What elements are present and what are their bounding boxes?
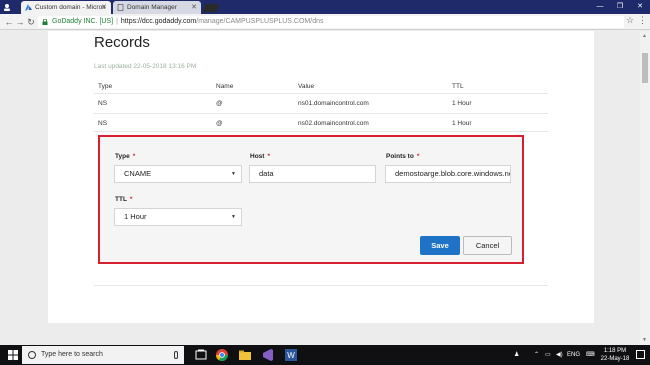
profile-icon[interactable] <box>3 3 11 11</box>
type-select[interactable]: CNAME ▼ <box>114 165 242 183</box>
taskbar-clock[interactable]: 1:18 PM 22-May-18 <box>599 347 631 363</box>
points-to-input[interactable]: demostoarge.blob.core.windows.net <box>385 165 511 183</box>
cell-ttl: 1 Hour <box>452 120 472 127</box>
cell-ttl: 1 Hour <box>452 100 472 107</box>
svg-text:W: W <box>287 351 295 360</box>
tab-domain-manager[interactable]: Domain Manager ✕ <box>113 1 201 14</box>
word-icon[interactable]: W <box>284 348 298 362</box>
section-divider <box>94 285 548 286</box>
lock-icon <box>42 19 48 25</box>
network-icon[interactable]: ▭ <box>545 345 551 365</box>
new-tab-button[interactable] <box>202 4 220 12</box>
volume-icon[interactable]: ◀) <box>556 345 563 365</box>
url-path: /manage/CAMPUSPLUSPLUS.COM/dns <box>196 18 324 25</box>
column-header-name: Name <box>216 83 234 90</box>
chevron-down-icon: ▼ <box>231 171 236 177</box>
taskbar-search-input[interactable]: Type here to search <box>22 346 184 364</box>
save-button[interactable]: Save <box>420 236 460 255</box>
browser-menu-icon[interactable]: ⋮ <box>638 15 647 26</box>
task-view-icon[interactable] <box>194 348 208 362</box>
cell-name: @ <box>216 100 223 107</box>
page-title: Records <box>94 34 150 51</box>
visual-studio-icon[interactable] <box>261 348 275 362</box>
edit-record-panel: Type * CNAME ▼ Host * data Points to * demo… <box>98 135 524 264</box>
file-explorer-icon[interactable] <box>238 348 252 362</box>
keyboard-icon[interactable]: ⌨ <box>586 345 595 365</box>
restore-button[interactable]: ❐ <box>610 0 630 14</box>
cancel-button[interactable]: Cancel <box>463 236 512 255</box>
page-icon <box>117 4 124 11</box>
cell-type: NS <box>98 100 108 107</box>
column-header-ttl: TTL <box>452 83 464 90</box>
page-viewport: Records Last updated 22-05-2018 13:16 PM… <box>0 31 650 345</box>
records-card: Records Last updated 22-05-2018 13:16 PM… <box>48 31 594 323</box>
browser-toolbar: ← → ↻ GoDaddy INC. [US] | https://dcc.goda… <box>0 14 650 30</box>
row-divider <box>94 131 548 132</box>
address-separator: | <box>116 18 118 25</box>
scroll-down-icon[interactable]: ▼ <box>642 337 647 343</box>
row-divider <box>94 113 548 114</box>
tab-label: Domain Manager <box>127 4 177 11</box>
cell-type: NS <box>98 120 108 127</box>
header-divider <box>94 93 548 94</box>
close-icon[interactable]: ✕ <box>101 1 107 14</box>
taskbar: Type here to search W ♟ ⌃ ▭ ◀) ENG ⌨ 1:1… <box>0 345 650 365</box>
action-center-icon[interactable] <box>636 350 645 359</box>
host-label: Host * <box>250 153 270 160</box>
close-window-button[interactable]: ✕ <box>630 0 650 14</box>
ttl-select[interactable]: 1 Hour ▼ <box>114 208 242 226</box>
address-bar[interactable]: GoDaddy INC. [US] | https://dcc.godaddy.co… <box>38 16 624 28</box>
search-icon <box>28 351 36 359</box>
search-placeholder: Type here to search <box>41 351 103 358</box>
minimize-button[interactable]: — <box>590 0 610 14</box>
site-identity: GoDaddy INC. [US] <box>52 18 114 25</box>
tab-label: Custom domain - Micros <box>35 4 106 11</box>
column-header-type: Type <box>98 83 113 90</box>
reload-icon[interactable]: ↻ <box>25 16 37 28</box>
tray-chevron-up-icon[interactable]: ⌃ <box>534 345 539 365</box>
points-to-label: Points to * <box>386 153 420 160</box>
url-host: https://dcc.godaddy.com <box>120 18 197 25</box>
azure-icon <box>25 4 32 11</box>
chevron-down-icon: ▼ <box>231 214 236 220</box>
cell-value: ns01.domaincontrol.com <box>298 100 369 107</box>
clock-date: 22-May-18 <box>600 356 630 362</box>
page-scrollbar[interactable]: ▲ ▼ <box>640 31 650 345</box>
browser-tab-strip: Custom domain - Micros ✕ Domain Manager … <box>0 0 650 14</box>
tab-custom-domain[interactable]: Custom domain - Micros ✕ <box>21 1 111 14</box>
last-updated-text: Last updated 22-05-2018 13:16 PM <box>94 63 197 70</box>
type-label: Type * <box>115 153 136 160</box>
language-indicator[interactable]: ENG <box>567 345 580 365</box>
microphone-icon[interactable] <box>174 351 178 359</box>
chrome-icon[interactable] <box>215 348 229 362</box>
cell-value: ns02.domaincontrol.com <box>298 120 369 127</box>
scroll-up-icon[interactable]: ▲ <box>642 33 647 39</box>
cell-name: @ <box>216 120 223 127</box>
scroll-thumb[interactable] <box>642 53 648 83</box>
people-icon[interactable]: ♟ <box>514 345 519 365</box>
clock-time: 1:18 PM <box>603 348 627 354</box>
windows-start-icon[interactable] <box>8 350 18 360</box>
host-input[interactable]: data <box>249 165 376 183</box>
ttl-label: TTL * <box>115 196 133 203</box>
bookmark-star-icon[interactable]: ☆ <box>626 15 634 26</box>
close-icon[interactable]: ✕ <box>191 1 197 14</box>
column-header-value: Value <box>298 83 315 90</box>
